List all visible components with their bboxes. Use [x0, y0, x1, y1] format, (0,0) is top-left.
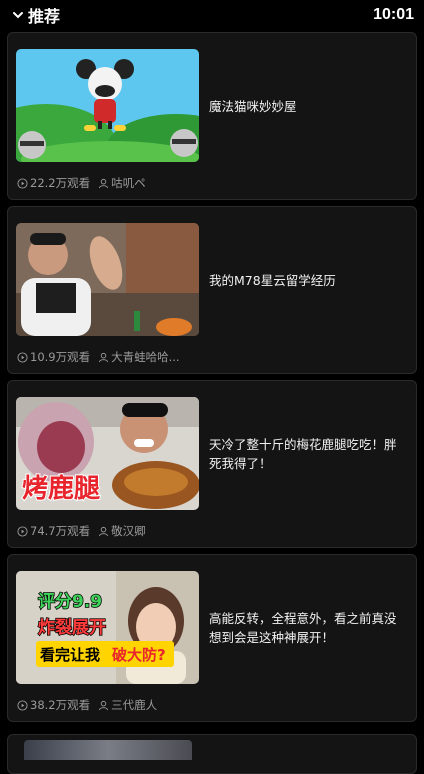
author-name[interactable]: 大青蛙哈哈...	[111, 349, 179, 365]
thumbnail-text-line: 评分9.9	[38, 592, 102, 612]
video-thumbnail[interactable]: 烤鹿腿	[16, 397, 199, 510]
video-thumbnail[interactable]	[16, 223, 199, 336]
thumbnail-caption: 烤鹿腿	[22, 473, 100, 504]
page-title: 推荐	[28, 7, 61, 26]
play-count-icon	[17, 351, 28, 363]
section-switcher[interactable]: 推荐	[12, 3, 60, 27]
view-count: 74.7万观看	[30, 524, 91, 538]
user-icon	[99, 178, 109, 188]
user-icon	[99, 352, 109, 362]
view-count: 10.9万观看	[30, 350, 91, 364]
video-meta: 38.2万观看 三代鹿人	[17, 697, 157, 713]
author-name[interactable]: 三代鹿人	[111, 697, 157, 713]
video-thumbnail[interactable]	[16, 49, 199, 162]
video-feed: 魔法猫咪妙妙屋 22.2万观看 咕叽ペ 我的M78星云留学经历 10.9万观看 …	[7, 32, 417, 728]
video-thumbnail[interactable]	[24, 740, 192, 760]
author-name[interactable]: 咕叽ペ	[111, 175, 146, 191]
chevron-down-icon	[13, 12, 23, 19]
video-thumbnail[interactable]: 评分9.9 炸裂展开 看完让我 破大防?	[16, 571, 199, 684]
video-meta: 74.7万观看 敬汉卿	[17, 523, 146, 539]
view-count: 38.2万观看	[30, 698, 91, 712]
thumbnail-text-line: 炸裂展开	[38, 617, 106, 638]
thumbnail-text-line: 看完让我	[40, 646, 100, 664]
play-count-icon	[17, 525, 28, 537]
video-card[interactable]: 魔法猫咪妙妙屋 22.2万观看 咕叽ペ	[7, 32, 417, 200]
video-meta: 10.9万观看 大青蛙哈哈...	[17, 349, 180, 365]
user-icon	[99, 700, 109, 710]
video-title[interactable]: 高能反转，全程意外，看之前真没想到会是这种神展开！	[209, 555, 406, 701]
video-title[interactable]: 天冷了整十斤的梅花鹿腿吃吃！胖死我得了！	[209, 381, 406, 527]
video-card[interactable]: 我的M78星云留学经历 10.9万观看 大青蛙哈哈...	[7, 206, 417, 374]
video-meta: 22.2万观看 咕叽ペ	[17, 175, 146, 191]
video-title[interactable]: 我的M78星云留学经历	[209, 207, 406, 353]
thumbnail-text-line: 破大防?	[112, 646, 166, 664]
video-card[interactable]: 烤鹿腿 天冷了整十斤的梅花鹿腿吃吃！胖死我得了！ 74.7万观看 敬汉卿	[7, 380, 417, 548]
video-card[interactable]: 评分9.9 炸裂展开 看完让我 破大防? 高能反转，全程意外，看之前真没想到会是…	[7, 554, 417, 722]
author-name[interactable]: 敬汉卿	[111, 523, 146, 539]
view-count: 22.2万观看	[30, 176, 91, 190]
play-count-icon	[17, 177, 28, 189]
status-time: 10:01	[373, 6, 414, 23]
user-icon	[99, 526, 109, 536]
play-count-icon	[17, 699, 28, 711]
video-title[interactable]: 魔法猫咪妙妙屋	[209, 33, 406, 179]
video-card-partial[interactable]	[7, 734, 417, 774]
top-bar: 推荐 10:01	[0, 0, 424, 30]
